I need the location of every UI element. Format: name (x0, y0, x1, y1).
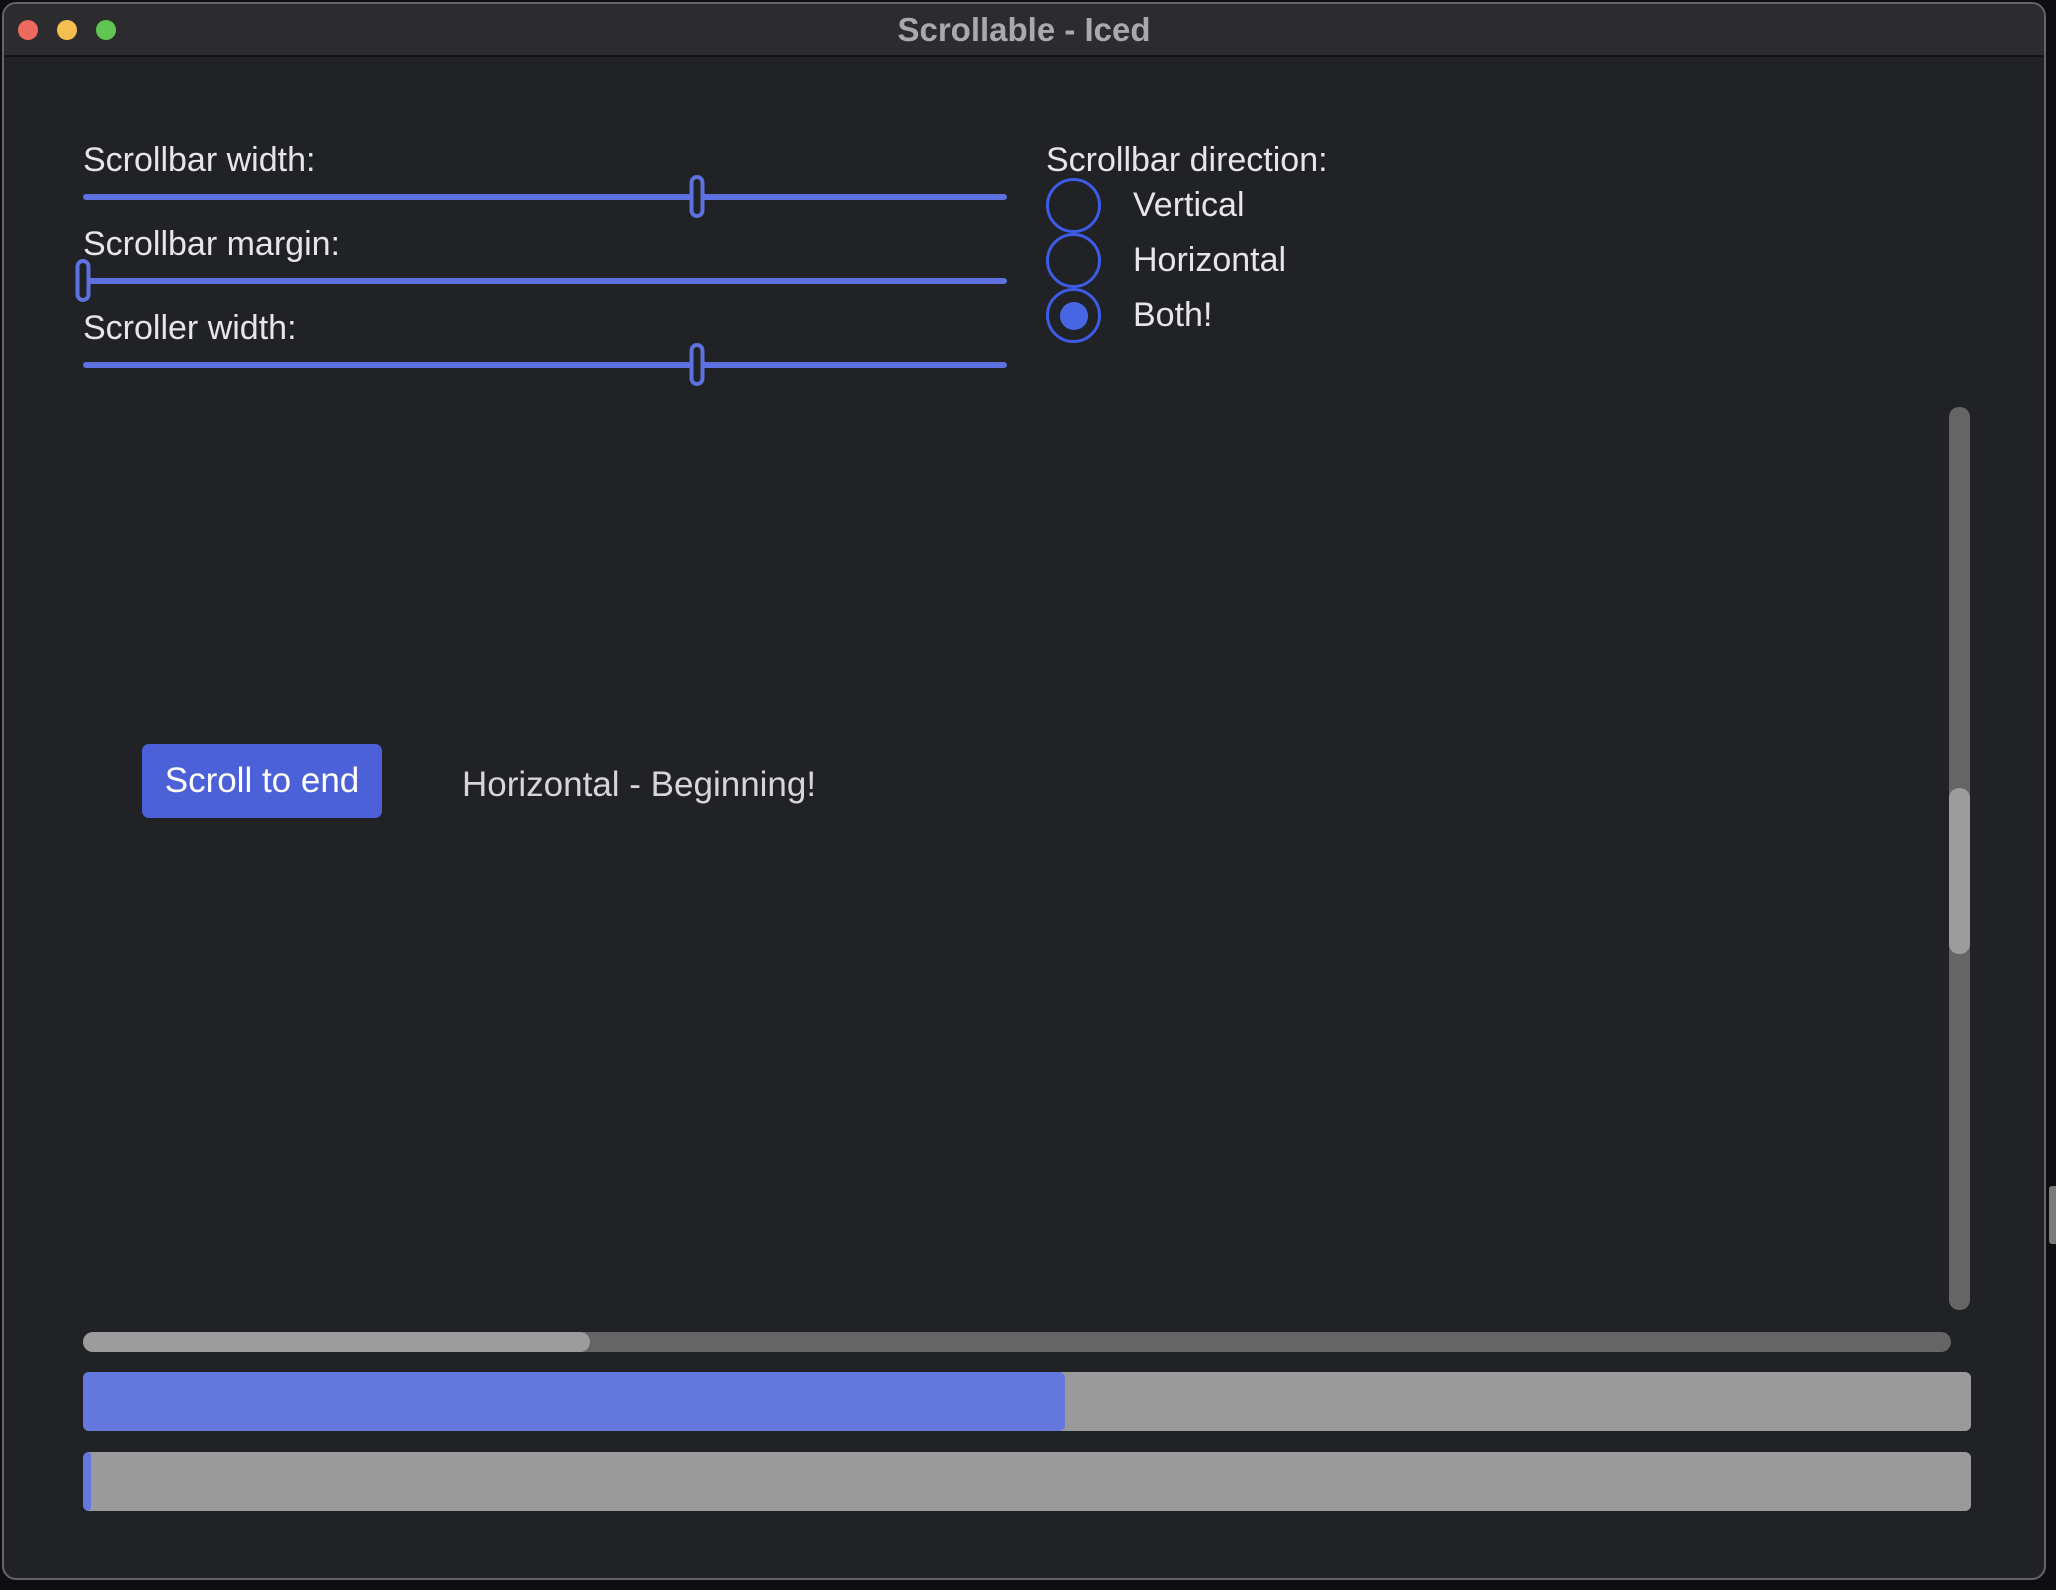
scrollbar-direction-label: Scrollbar direction: (1046, 140, 1328, 180)
scrollbar-width-slider[interactable] (83, 175, 1007, 219)
slider-rail[interactable] (83, 194, 1007, 200)
radio-option-label: Both! (1133, 296, 1212, 335)
scroller-width-slider[interactable] (83, 343, 1007, 387)
horizontal-progress-bar (83, 1372, 1971, 1431)
vertical-scrollbar-thumb[interactable] (1949, 788, 1970, 954)
vertical-progress-bar (83, 1452, 1971, 1511)
radio-option-label: Horizontal (1133, 241, 1286, 280)
slider-handle[interactable] (76, 259, 91, 302)
slider-handle[interactable] (690, 343, 705, 386)
radio-option-both[interactable]: Both! (1046, 288, 1212, 343)
radio-dot-icon (1060, 302, 1088, 330)
screen: Scrollable - Iced Scrollbar width: Scrol… (0, 0, 2056, 1590)
progress-fill (83, 1452, 91, 1511)
slider-rail[interactable] (83, 278, 1007, 284)
app-window: Scrollable - Iced Scrollbar width: Scrol… (2, 2, 2046, 1580)
scroll-to-end-button[interactable]: Scroll to end (142, 744, 382, 818)
titlebar[interactable]: Scrollable - Iced (4, 4, 2044, 57)
scrollbar-margin-slider[interactable] (83, 259, 1007, 303)
horizontal-scrollbar-thumb[interactable] (83, 1332, 590, 1352)
radio-option-vertical[interactable]: Vertical (1046, 178, 1245, 233)
progress-fill (83, 1372, 1065, 1431)
radio-icon[interactable] (1046, 288, 1101, 343)
window-title: Scrollable - Iced (4, 4, 2044, 55)
radio-option-horizontal[interactable]: Horizontal (1046, 233, 1286, 288)
scroller-width-label: Scroller width: (83, 308, 297, 348)
slider-handle[interactable] (690, 175, 705, 218)
radio-icon[interactable] (1046, 233, 1101, 288)
slider-rail[interactable] (83, 362, 1007, 368)
scrollbar-margin-label: Scrollbar margin: (83, 224, 340, 264)
radio-option-label: Vertical (1133, 186, 1245, 225)
radio-icon[interactable] (1046, 178, 1101, 233)
background-window-edge (2049, 1186, 2056, 1244)
scrollbar-width-label: Scrollbar width: (83, 140, 315, 180)
scroll-status-text: Horizontal - Beginning! (462, 761, 816, 809)
